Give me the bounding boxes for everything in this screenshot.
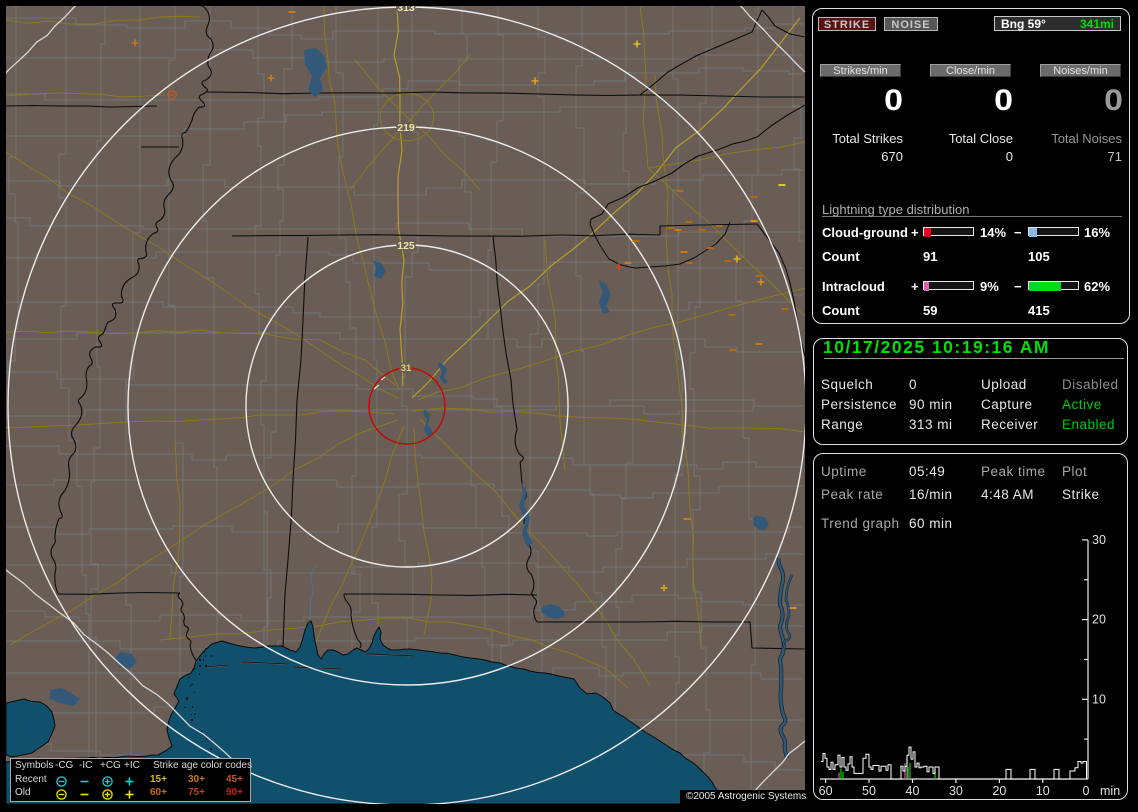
svg-text:31: 31	[401, 363, 412, 374]
svg-text:min: min	[1100, 784, 1120, 798]
svg-text:20: 20	[1092, 613, 1106, 627]
svg-text:50: 50	[862, 784, 876, 798]
svg-text:40: 40	[906, 784, 920, 798]
svg-text:10: 10	[1036, 784, 1050, 798]
svg-text:60: 60	[819, 784, 833, 798]
svg-text:10: 10	[1092, 692, 1106, 706]
svg-text:219: 219	[397, 122, 415, 134]
svg-text:30: 30	[949, 784, 963, 798]
svg-text:30: 30	[1092, 533, 1106, 547]
svg-text:0: 0	[1083, 784, 1090, 798]
svg-text:313: 313	[397, 6, 415, 14]
svg-text:20: 20	[992, 784, 1006, 798]
svg-text:125: 125	[397, 240, 415, 252]
